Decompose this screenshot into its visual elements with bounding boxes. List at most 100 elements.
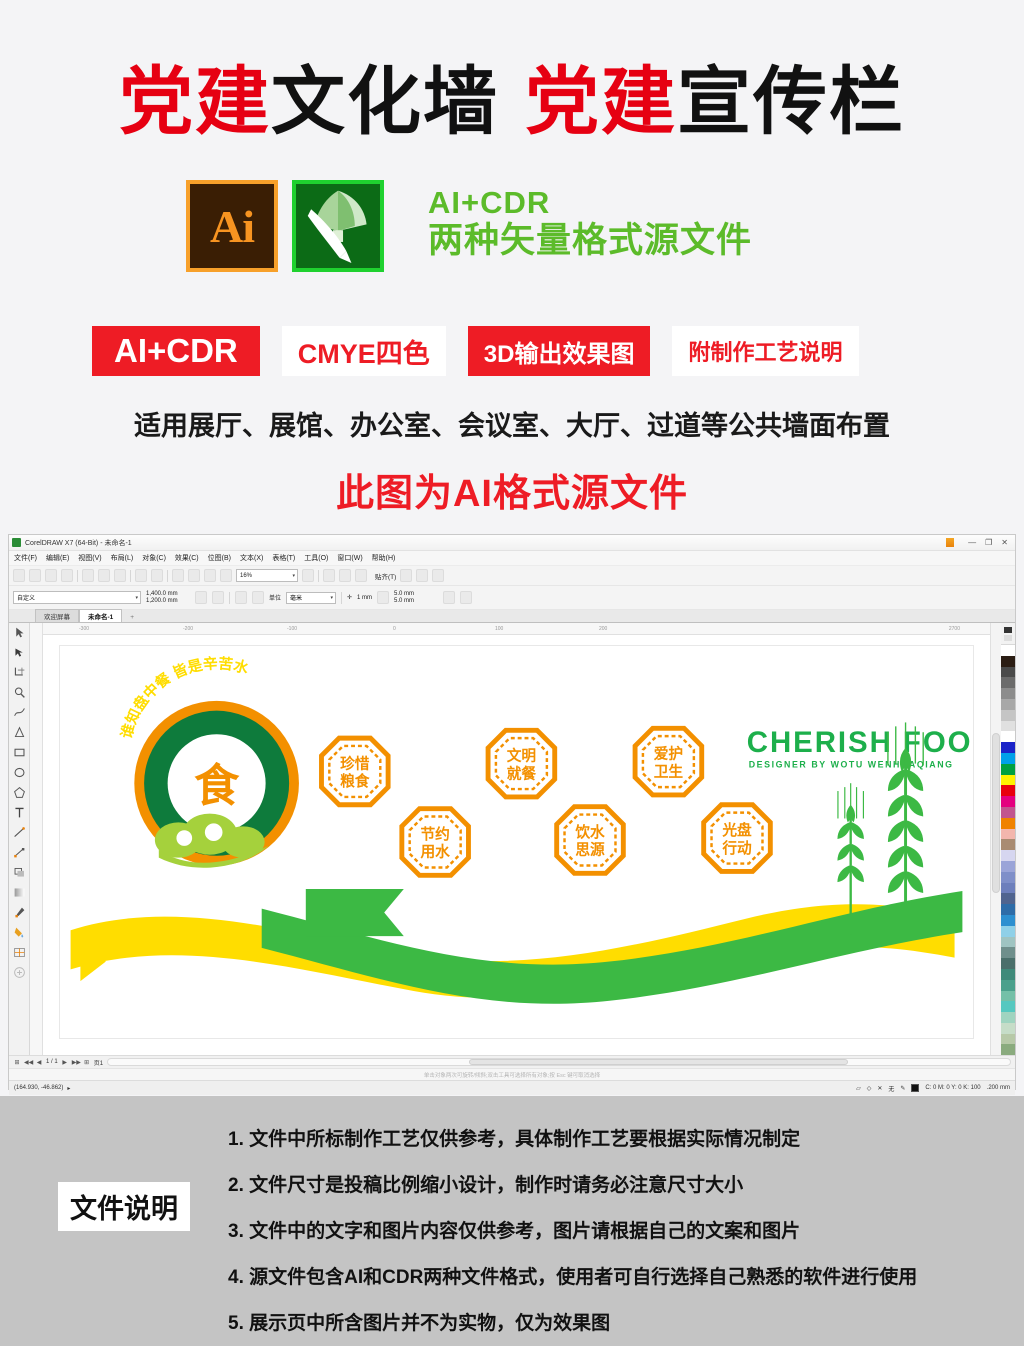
swatch-red[interactable] [1001,785,1015,797]
drawing-canvas[interactable]: -300 -200 -100 0 100 200 2700 食 谁知盘中餐 皆是… [43,623,990,1055]
add-page-icon[interactable]: ⊞ [13,1059,21,1066]
vertical-scrollbar[interactable] [990,623,1001,1055]
swatch-pale-sage[interactable] [1001,1022,1015,1034]
add-page-end-icon[interactable]: ⊞ [83,1059,91,1066]
swatch-sage[interactable] [1001,1033,1015,1045]
swatch-jade[interactable] [1001,968,1015,980]
save-icon[interactable] [45,569,57,582]
freehand-tool-icon[interactable] [13,706,26,719]
nudge-field[interactable]: 1 mm [357,595,372,601]
swatch-mint[interactable] [1001,990,1015,1002]
duplicate-y-field[interactable]: 5.0 mm [394,598,438,604]
application-launcher-icon[interactable] [220,569,232,582]
unit-combo[interactable]: 毫米 [286,591,337,604]
all-pages-icon[interactable] [252,591,264,604]
menu-layout[interactable]: 布局(L) [111,553,134,563]
transparency-tool-icon[interactable] [13,886,26,899]
show-grid-icon[interactable] [339,569,351,582]
import-icon[interactable] [172,569,184,582]
close-button[interactable]: ✕ [1001,538,1008,547]
next-page-icon[interactable]: ▶ [61,1059,69,1066]
menu-effects[interactable]: 效果(C) [175,553,199,563]
copy-icon[interactable] [98,569,110,582]
mesh-fill-icon[interactable] [13,946,26,959]
page-size-icon[interactable] [235,591,247,604]
crop-tool-icon[interactable] [13,666,26,679]
swatch-turquoise[interactable] [1001,1001,1015,1013]
show-rulers-icon[interactable] [323,569,335,582]
shape-tool-icon[interactable] [13,646,26,659]
swatch-yellow[interactable] [1001,774,1015,786]
swatch-salmon[interactable] [1001,828,1015,840]
horizontal-scrollbar[interactable] [107,1058,1011,1066]
duplicate-x-field[interactable]: 5.0 mm [394,591,438,597]
export-icon[interactable] [188,569,200,582]
swatch-dark-brown[interactable] [1001,655,1015,667]
swatch-dark-gray[interactable] [1001,666,1015,678]
swatch-near-white[interactable] [1001,720,1015,732]
swatch-deep-teal[interactable] [1001,958,1015,969]
swatch-navy[interactable] [1001,893,1015,905]
swatch-gray-teal[interactable] [1001,947,1015,959]
menu-table[interactable]: 表格(T) [272,553,295,563]
menu-view[interactable]: 视图(V) [78,553,101,563]
menu-tools[interactable]: 工具(O) [304,553,328,563]
landscape-orientation-icon[interactable] [212,591,224,604]
horizontal-scrollbar-thumb[interactable] [468,1059,848,1065]
swatch-green[interactable] [1001,763,1015,775]
show-guidelines-icon[interactable] [355,569,367,582]
swatch-no-color[interactable] [1001,645,1015,656]
publish-pdf-icon[interactable] [204,569,216,582]
swatch-mid-gray[interactable] [1001,688,1015,699]
menu-object[interactable]: 对象(C) [142,553,166,563]
menu-file[interactable]: 文件(F) [14,553,37,563]
swatch-orange[interactable] [1001,817,1015,829]
color-palette[interactable] [1001,623,1015,1056]
menu-window[interactable]: 窗口(W) [337,553,362,563]
pick-tool-icon[interactable] [13,626,26,639]
swatch-olive-green[interactable] [1001,1044,1015,1056]
page-label[interactable]: 页1 [94,1058,103,1067]
tab-untitled-1[interactable]: 未命名-1 [79,609,123,622]
parallel-dimension-icon[interactable] [13,826,26,839]
swatch-pink[interactable] [1001,806,1015,818]
nudge-spinner[interactable] [377,591,390,604]
zoom-tool-icon[interactable] [13,686,26,699]
tab-welcome-screen[interactable]: 欢迎屏幕 [35,609,79,622]
color-eyedropper-icon[interactable] [13,906,26,919]
swatch-slate-blue[interactable] [1001,882,1015,894]
zoom-level-combo[interactable]: 16% [236,569,298,582]
swatch-sea-green[interactable] [1001,979,1015,991]
swatch-magenta[interactable] [1001,796,1015,807]
swatch-pale-blue[interactable] [1001,925,1015,937]
add-tool-icon[interactable] [13,966,26,979]
minimize-button[interactable]: — [968,538,976,547]
vertical-ruler[interactable] [30,623,43,1055]
fullscreen-preview-icon[interactable] [302,569,314,582]
drop-shadow-tool-icon[interactable] [13,866,26,879]
tab-new-button[interactable]: + [122,613,142,622]
treat-as-filled-icon[interactable] [443,591,456,604]
page-preset-combo[interactable]: 自定义 [13,591,141,604]
color-styles-icon[interactable] [416,569,429,582]
interactive-fill-icon[interactable] [13,926,26,939]
menu-text[interactable]: 文本(X) [240,553,263,563]
polygon-tool-icon[interactable] [13,786,26,799]
account-icon[interactable] [946,538,955,547]
swatch-sky[interactable] [1001,914,1015,926]
swatch-ocean[interactable] [1001,904,1015,915]
swatch-light-gray[interactable] [1001,698,1015,710]
redo-icon[interactable] [151,569,163,582]
vertical-scrollbar-thumb[interactable] [992,733,1000,893]
swatch-tan[interactable] [1001,839,1015,851]
prev-page-icon[interactable]: ◀ [35,1059,43,1066]
swatch-blue[interactable] [1001,742,1015,753]
swatch-lavender[interactable] [1001,850,1015,861]
menu-help[interactable]: 帮助(H) [372,553,396,563]
connector-tool-icon[interactable] [13,846,26,859]
page-width-field[interactable]: 1,400.0 mm [146,591,190,597]
ellipse-tool-icon[interactable] [13,766,26,779]
rectangle-tool-icon[interactable] [13,746,26,759]
options-icon[interactable] [400,569,413,582]
swatch-periwinkle[interactable] [1001,860,1015,872]
